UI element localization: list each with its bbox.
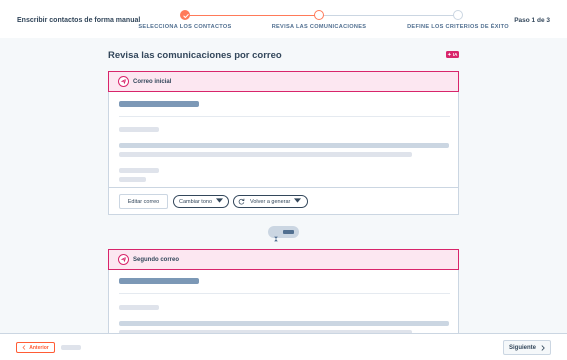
body-placeholder [119, 177, 146, 182]
next-button-label: Siguiente [508, 344, 536, 351]
ai-badge: ✦ IA [446, 51, 459, 58]
step-3-label: DEFINE LOS CRITERIOS DE ÉXITO [407, 24, 509, 30]
delay-placeholder [283, 230, 294, 234]
body-placeholder [119, 152, 412, 157]
delay-connector [268, 226, 299, 242]
step-2-label: REVISA LAS COMUNICACIONES [271, 24, 367, 30]
divider [119, 116, 450, 117]
footer-placeholder [61, 345, 81, 350]
caret-down-icon [216, 198, 224, 205]
refresh-icon [238, 198, 245, 205]
chevron-left-icon [22, 345, 26, 350]
step-3-upcoming-marker [453, 10, 463, 20]
regenerate-label: Volver a generar [250, 198, 291, 205]
wizard-footer: Anterior Siguiente [0, 333, 567, 360]
email-card-title: Correo inicial [133, 79, 172, 85]
step-2-current-marker [314, 10, 324, 20]
hourglass-icon [273, 229, 279, 247]
body-placeholder [119, 305, 159, 310]
step-progress-line-complete [185, 15, 319, 16]
change-tone-label: Cambiar tono [179, 198, 213, 205]
step-progress-line-pending [319, 15, 458, 16]
next-button[interactable]: Siguiente [503, 340, 551, 355]
paper-plane-icon [118, 76, 129, 87]
email-card-header[interactable]: Correo inicial [108, 71, 459, 92]
subject-placeholder [119, 278, 199, 284]
step-counter: Paso 1 de 3 [514, 17, 550, 24]
email-card-title: Segundo correo [133, 257, 180, 263]
caret-down-icon [294, 198, 302, 205]
email-card-header[interactable]: Segundo correo [108, 249, 459, 270]
change-tone-dropdown[interactable]: Cambiar tono [173, 195, 229, 208]
chevron-right-icon [541, 344, 545, 351]
back-button[interactable]: Anterior [16, 342, 55, 353]
edit-email-button[interactable]: Editar correo [119, 194, 168, 209]
body-placeholder [119, 143, 449, 148]
wizard-header: Enscribir contactos de forma manual SELE… [0, 0, 567, 38]
body-placeholder [119, 168, 159, 173]
divider [119, 293, 450, 294]
email-card-actions: Editar correo Cambiar tono Volver a gene… [109, 187, 458, 214]
step-1-complete-marker [180, 10, 190, 20]
paper-plane-icon [118, 254, 129, 265]
body-placeholder [119, 127, 159, 132]
email-card-initial: Correo inicial Editar correo Cambiar ton… [108, 71, 459, 215]
subject-placeholder [119, 101, 199, 107]
step-1-label: SELECCIONA LOS CONTACTOS [138, 24, 232, 30]
body-placeholder [119, 321, 449, 326]
section-title: Revisa las comunicaciones por correo [108, 50, 282, 61]
regenerate-dropdown[interactable]: Volver a generar [233, 195, 308, 208]
checkmark-icon [182, 13, 189, 18]
back-button-label: Anterior [29, 344, 49, 351]
page-heading: Enscribir contactos de forma manual [17, 17, 141, 24]
